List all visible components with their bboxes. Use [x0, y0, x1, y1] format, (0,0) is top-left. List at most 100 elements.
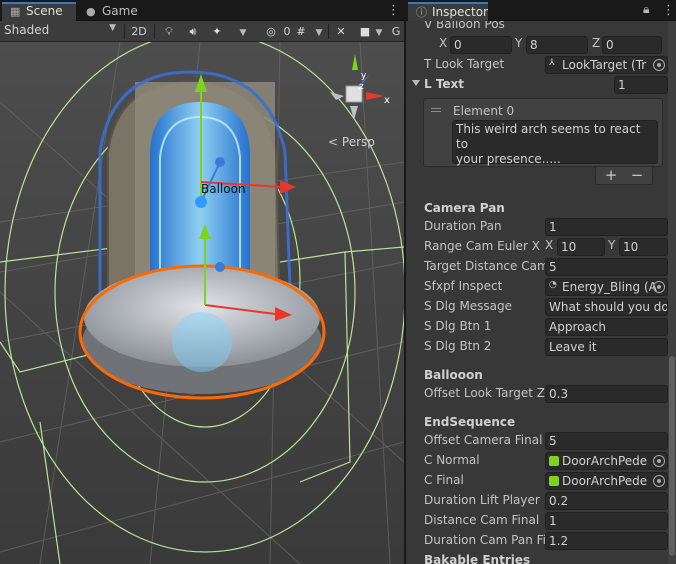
balloon-header: Ballooon: [424, 368, 483, 382]
foldout-arrow-icon[interactable]: [412, 80, 420, 86]
lightbulb-icon: 💡︎: [165, 25, 173, 38]
pos-y-field[interactable]: 8: [526, 36, 588, 54]
projection-toggle[interactable]: < Persp: [328, 135, 375, 149]
persp-label: Persp: [341, 135, 375, 149]
list-remove-button[interactable]: −: [625, 166, 649, 184]
list-add-button[interactable]: +: [599, 166, 623, 184]
offset-look-target-z-label: Offset Look Target Z: [424, 386, 545, 400]
persp-arrow-icon: <: [328, 135, 339, 149]
tools-button[interactable]: ✕: [333, 23, 349, 40]
c-final-field[interactable]: DoorArchPede: [545, 472, 668, 490]
pos-z-field[interactable]: 0: [602, 36, 662, 54]
offset-camera-final-field[interactable]: 5: [545, 432, 668, 450]
duration-cam-pan-final-field[interactable]: 1.2: [545, 532, 668, 550]
v-balloon-pos-values: X 0 Y 8 Z 0: [406, 35, 668, 55]
camera-dropdown[interactable]: ▼: [374, 23, 384, 40]
c-final-row: C Final DoorArchPede: [406, 471, 668, 491]
t-look-target-field[interactable]: ⅄ LookTarget (Tr: [545, 56, 668, 74]
chevron-down-icon: ▼: [375, 28, 383, 38]
inspector-menu-icon[interactable]: ⋮: [662, 3, 675, 18]
l-text-count-field[interactable]: 1: [614, 76, 668, 94]
y-axis-label: Y: [515, 36, 523, 50]
toolbar-divider: [154, 24, 155, 39]
sfxpf-inspect-label: Sfxpf Inspect: [424, 279, 503, 293]
s-dlg-btn1-field[interactable]: Approach: [545, 318, 668, 336]
distance-cam-final-field[interactable]: 1: [545, 512, 668, 530]
object-picker-icon[interactable]: [653, 59, 665, 71]
duration-lift-player-label: Duration Lift Player: [424, 493, 540, 507]
s-dlg-btn2-field[interactable]: Leave it: [545, 338, 668, 356]
inspector-scrollbar[interactable]: [668, 21, 676, 564]
scene-grid-icon: ▦: [10, 5, 21, 18]
l-text-label[interactable]: L Text: [424, 77, 464, 91]
drag-handle-icon[interactable]: [431, 108, 441, 114]
gizmo-x-label: x: [384, 95, 390, 106]
s-dlg-message-row: S Dlg Message What should you do?: [406, 297, 668, 317]
scene-render: y z x: [0, 42, 404, 564]
c-normal-field[interactable]: DoorArchPede: [545, 452, 668, 470]
offset-look-target-z-row: Offset Look Target Z 0.3: [406, 384, 668, 404]
hidden-count: 0: [282, 23, 292, 40]
grid-dropdown[interactable]: ▼: [313, 23, 325, 40]
pedestal-glow: [172, 312, 232, 372]
object-picker-icon[interactable]: [653, 281, 665, 293]
shading-mode-dropdown[interactable]: Shaded ▼: [4, 23, 118, 40]
sfxpf-inspect-field[interactable]: ◔ Energy_Bling (A: [545, 278, 668, 296]
c-normal-row: C Normal DoorArchPede: [406, 451, 668, 471]
euler-y-field[interactable]: 10: [619, 238, 668, 256]
element-0-textarea[interactable]: This weird arch seems to react to your p…: [452, 120, 658, 166]
duration-pan-field[interactable]: 1: [545, 218, 668, 236]
c-normal-value: DoorArchPede: [562, 454, 648, 468]
target-distance-cam-field[interactable]: 5: [545, 258, 668, 276]
offset-look-target-z-field[interactable]: 0.3: [545, 385, 668, 403]
lower-gizmo-z: [215, 262, 225, 272]
object-picker-icon[interactable]: [653, 475, 665, 487]
scene-menu-icon[interactable]: ⋮: [387, 3, 400, 18]
scene-viewport[interactable]: y z x < Persp Balloon: [0, 42, 404, 564]
eye-slash-icon: ◎: [266, 25, 276, 38]
s-dlg-btn2-label: S Dlg Btn 2: [424, 339, 492, 353]
tab-game[interactable]: ● Game: [78, 2, 142, 21]
lock-icon[interactable]: 🔒︎: [643, 2, 649, 17]
grid-icon: #: [296, 25, 306, 38]
tab-scene-label: Scene: [26, 4, 63, 18]
tab-inspector[interactable]: ⓘ Inspector: [408, 2, 488, 21]
camera-pan-header: Camera Pan: [424, 201, 505, 215]
bakeable-entries-header[interactable]: Bakable Entries: [424, 553, 530, 564]
tab-game-label: Game: [102, 4, 138, 18]
tab-inspector-label: Inspector: [432, 5, 488, 19]
l-text-list-footer: + −: [595, 166, 653, 185]
object-picker-icon[interactable]: [653, 455, 665, 467]
effects-dropdown[interactable]: ▼: [236, 23, 250, 40]
audio-clip-icon: ◔: [549, 280, 557, 290]
tab-scene[interactable]: ▦ Scene: [2, 2, 76, 21]
offset-camera-final-label: Offset Camera Final: [424, 433, 543, 447]
sfxpf-inspect-row: Sfxpf Inspect ◔ Energy_Bling (A: [406, 277, 668, 297]
pos-x-field[interactable]: 0: [450, 36, 512, 54]
s-dlg-btn2-row: S Dlg Btn 2 Leave it: [406, 337, 668, 357]
hidden-objects-toggle[interactable]: ◎: [262, 23, 280, 40]
s-dlg-btn1-label: S Dlg Btn 1: [424, 319, 492, 333]
scene-panel: ▦ Scene ● Game ⋮ Shaded ▼ 2D 💡︎ 🔊︎ ✦ ▼ ◎ 0…: [0, 0, 404, 564]
c-normal-label: C Normal: [424, 453, 480, 467]
camera-button[interactable]: ■: [356, 23, 374, 40]
gamepad-icon: ●: [86, 5, 96, 18]
s-dlg-message-field[interactable]: What should you do?: [545, 298, 668, 316]
euler-x-field[interactable]: 10: [557, 238, 605, 256]
x-axis-label: X: [439, 36, 448, 50]
mode-2d-button[interactable]: 2D: [128, 23, 150, 40]
inspector-body: V Balloon Pos X 0 Y 8 Z 0 T Look Target …: [406, 21, 676, 564]
effects-toggle[interactable]: ✦: [208, 23, 226, 40]
lighting-toggle[interactable]: 💡︎: [160, 23, 178, 40]
audio-toggle[interactable]: 🔊︎: [184, 23, 202, 40]
info-icon: ⓘ: [416, 6, 427, 19]
chevron-down-icon: ▼: [239, 28, 247, 38]
hidden-count-label: 0: [283, 25, 291, 38]
duration-lift-player-row: Duration Lift Player 0.2: [406, 491, 668, 511]
scrollbar-thumb[interactable]: [669, 356, 675, 556]
c-final-label: C Final: [424, 473, 464, 487]
grid-toggle[interactable]: #: [292, 23, 310, 40]
range-cam-euler-label: Range Cam Euler X: [424, 239, 540, 253]
duration-lift-player-field[interactable]: 0.2: [545, 492, 668, 510]
gizmos-button[interactable]: G: [390, 23, 402, 40]
